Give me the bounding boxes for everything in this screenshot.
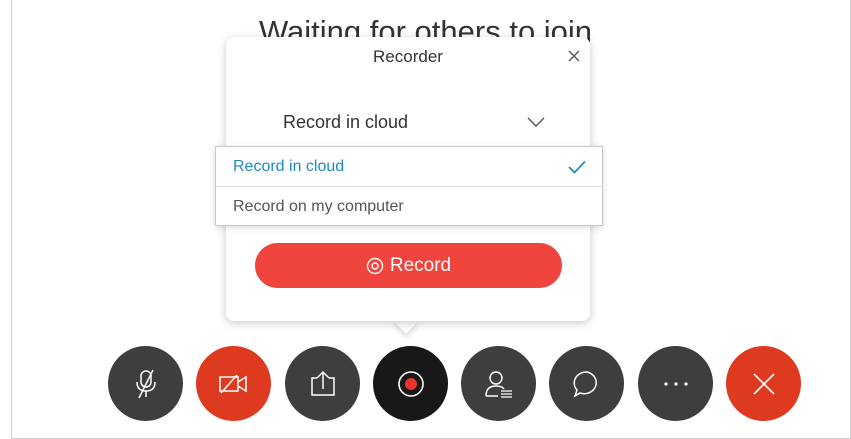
share-icon: [310, 370, 335, 396]
record-location-dropdown: Record in cloud Record on my computer: [215, 146, 603, 226]
recorder-button[interactable]: [373, 346, 448, 421]
video-off-icon: [218, 374, 247, 393]
option-label: Record on my computer: [233, 197, 404, 215]
share-button[interactable]: [285, 346, 360, 421]
more-icon: [663, 381, 688, 386]
chat-button[interactable]: [549, 346, 624, 421]
mic-muted-icon: [135, 369, 156, 398]
checkmark-icon: [568, 160, 586, 174]
close-icon: [752, 372, 775, 395]
video-button[interactable]: [196, 346, 271, 421]
record-location-value: Record in cloud: [283, 111, 409, 132]
record-icon: [366, 257, 384, 274]
option-record-in-cloud[interactable]: Record in cloud: [216, 147, 602, 186]
option-label: Record in cloud: [233, 157, 345, 175]
chat-icon: [572, 370, 597, 398]
chevron-down-icon: [527, 117, 545, 127]
option-record-on-computer[interactable]: Record on my computer: [216, 187, 602, 226]
participants-button[interactable]: [461, 346, 536, 421]
record-button-label: Record: [389, 254, 452, 276]
close-popover-button[interactable]: [564, 46, 584, 66]
leave-meeting-button[interactable]: [726, 346, 801, 421]
mute-button[interactable]: [108, 346, 183, 421]
record-icon: [397, 370, 424, 397]
participants-icon: [484, 370, 512, 398]
more-options-button[interactable]: [638, 346, 713, 421]
record-button[interactable]: Record: [255, 243, 562, 288]
close-icon: [568, 50, 580, 62]
record-location-select[interactable]: Record in cloud: [283, 107, 545, 137]
recorder-title: Recorder: [373, 47, 443, 66]
